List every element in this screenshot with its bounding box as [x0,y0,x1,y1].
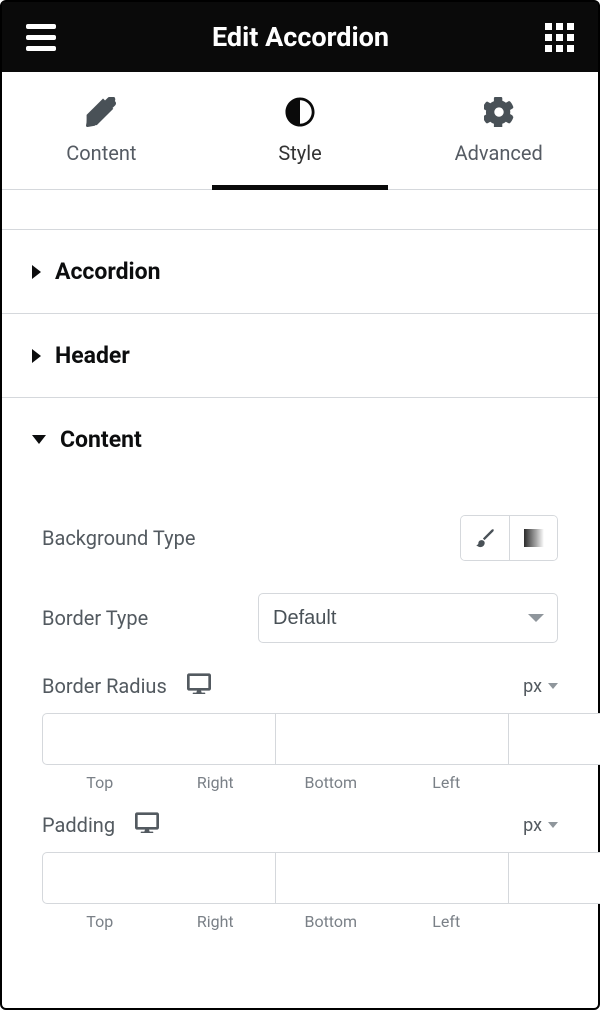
half-circle-icon [285,97,315,127]
responsive-desktop-icon[interactable] [135,812,159,838]
background-type-toggle [460,515,558,561]
control-border-type: Border Type Default [42,577,558,659]
background-classic-button[interactable] [461,516,509,560]
section-header: Header [2,314,598,398]
padding-right-input[interactable] [275,852,508,904]
top-bar: Edit Accordion [2,2,598,72]
section-title-text: Content [60,426,142,453]
tab-advanced[interactable]: Advanced [399,72,598,189]
chevron-right-icon [32,349,41,363]
unit-selector[interactable]: px [523,815,558,836]
section-body-content: Background Type Border Type Default [2,481,598,951]
side-label-right: Right [158,773,274,792]
side-label-bottom: Bottom [273,912,389,931]
side-label-bottom: Bottom [273,773,389,792]
control-background-type: Background Type [42,499,558,577]
padding-labels: Top Right Bottom Left [42,912,558,931]
chevron-right-icon [32,265,41,279]
tab-style[interactable]: Style [201,72,400,189]
unit-label: px [523,676,542,697]
border-radius-labels: Top Right Bottom Left [42,773,558,792]
border-radius-top-input[interactable] [42,713,275,765]
apps-icon[interactable] [545,23,574,52]
border-type-select-wrap: Default [258,593,558,643]
gear-icon [484,97,514,127]
gradient-icon [524,529,544,547]
control-label: Padding [42,813,115,837]
control-label: Border Radius [42,674,167,698]
border-radius-bottom-input[interactable] [508,713,600,765]
section-toggle-header[interactable]: Header [2,314,598,397]
side-label-left: Left [389,773,505,792]
side-label-top: Top [42,912,158,931]
responsive-desktop-icon[interactable] [187,673,211,699]
page-title: Edit Accordion [212,21,389,53]
control-label: Background Type [42,526,195,550]
border-type-select[interactable]: Default [258,593,558,643]
unit-label: px [523,815,542,836]
tab-label: Advanced [455,141,543,165]
chevron-down-icon [548,822,558,828]
side-label-left: Left [389,912,505,931]
spacer [2,190,598,230]
border-radius-inputs [42,713,558,765]
section-accordion: Accordion [2,230,598,314]
unit-selector[interactable]: px [523,676,558,697]
chevron-down-icon [32,435,46,444]
tab-content[interactable]: Content [2,72,201,189]
side-label-top: Top [42,773,158,792]
section-title-text: Accordion [55,258,161,285]
padding-inputs [42,852,558,904]
side-label-right: Right [158,912,274,931]
section-toggle-accordion[interactable]: Accordion [2,230,598,313]
section-content: Content Background Type Border Type Defa… [2,398,598,951]
tabs: Content Style Advanced [2,72,598,190]
padding-bottom-input[interactable] [508,852,600,904]
control-border-radius: Border Radius px [42,673,558,792]
control-label: Border Type [42,606,148,630]
control-padding: Padding px Top [42,812,558,931]
brush-icon [475,528,495,548]
border-radius-right-input[interactable] [275,713,508,765]
padding-top-input[interactable] [42,852,275,904]
section-title-text: Header [55,342,130,369]
tab-label: Content [66,141,136,165]
tab-label: Style [278,141,321,165]
chevron-down-icon [548,683,558,689]
section-toggle-content[interactable]: Content [2,398,598,481]
background-gradient-button[interactable] [509,516,557,560]
menu-icon[interactable] [26,24,56,51]
pencil-icon [86,97,116,127]
